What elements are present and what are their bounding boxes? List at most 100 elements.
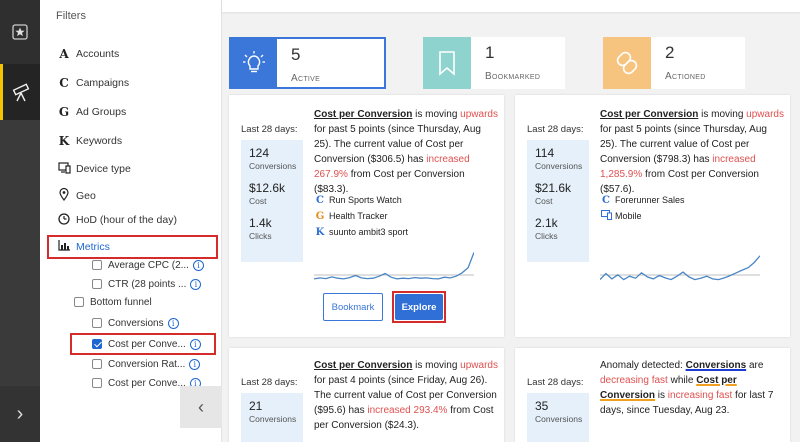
source-label: suunto ambit3 sport bbox=[329, 227, 409, 237]
keywords-icon: K bbox=[58, 134, 70, 148]
info-icon[interactable]: i bbox=[189, 358, 201, 370]
metric-label: Cost per Conve... bbox=[108, 377, 186, 389]
stat-value: $12.6k bbox=[249, 181, 286, 195]
filters-panel: Filters A Accounts C Campaigns G Ad Grou… bbox=[40, 0, 222, 442]
metric-average-cpc[interactable]: Average CPC (2... i bbox=[92, 256, 204, 274]
ad-groups-icon: G bbox=[58, 105, 70, 119]
card-description: Cost per Conversion is moving upwards fo… bbox=[314, 358, 498, 433]
filter-geo[interactable]: Geo bbox=[56, 185, 96, 207]
card-description: Cost per Conversion is moving upwards fo… bbox=[314, 107, 498, 197]
stat-value: 35 bbox=[535, 399, 549, 413]
bookmark-button[interactable]: Bookmark bbox=[323, 293, 383, 321]
card-stats: 35 Conversions bbox=[527, 393, 589, 442]
metric-link[interactable]: Conversions bbox=[686, 360, 747, 371]
direction: increasing fast bbox=[667, 390, 733, 401]
tile-label: Bookmarked bbox=[485, 71, 541, 82]
filter-hod[interactable]: HoD (hour of the day) bbox=[56, 209, 177, 231]
ad-group-icon: G bbox=[315, 210, 325, 222]
filter-metrics[interactable]: Metrics bbox=[56, 236, 110, 258]
tile-count: 5 bbox=[291, 45, 301, 64]
checkbox[interactable] bbox=[92, 279, 102, 289]
filter-campaigns[interactable]: C Campaigns bbox=[56, 72, 129, 94]
chevron-right-icon: › bbox=[16, 402, 24, 425]
info-icon[interactable]: i bbox=[189, 338, 201, 350]
campaigns-icon: C bbox=[59, 76, 69, 90]
tile-bookmarked[interactable]: 1 Bookmarked bbox=[423, 37, 565, 89]
metric-conversions[interactable]: Conversions i bbox=[92, 314, 179, 332]
explore-button[interactable]: Explore bbox=[395, 294, 443, 320]
checkbox[interactable] bbox=[74, 297, 84, 307]
device-icon bbox=[600, 209, 612, 223]
telescope-icon bbox=[12, 83, 29, 102]
metric-link[interactable]: Cost per Conversion bbox=[314, 109, 412, 120]
card-period: Last 28 days: bbox=[527, 377, 584, 388]
bookmark-icon bbox=[439, 51, 455, 76]
info-icon[interactable]: i bbox=[167, 317, 179, 329]
tile-actioned[interactable]: 2 Actioned bbox=[603, 37, 745, 89]
metric-label: Average CPC (2... bbox=[108, 259, 189, 271]
stat-value: 2.1k bbox=[535, 216, 558, 230]
source-campaign[interactable]: C Run Sports Watch bbox=[314, 194, 408, 206]
stat-key: Clicks bbox=[535, 231, 558, 241]
checkbox[interactable] bbox=[92, 318, 102, 328]
source-label: Health Tracker bbox=[329, 211, 388, 221]
card-stats: 114 Conversions $21.6k Cost 2.1k Clicks bbox=[527, 140, 589, 262]
metric-bottom-funnel[interactable]: Bottom funnel bbox=[74, 293, 152, 311]
source-ad-group[interactable]: G Health Tracker bbox=[314, 210, 408, 222]
metric-link[interactable]: Cost per Conversion bbox=[600, 109, 698, 120]
direction: upwards bbox=[460, 109, 498, 120]
filter-keywords[interactable]: K Keywords bbox=[56, 130, 122, 152]
tile-active[interactable]: 5 Active bbox=[229, 37, 386, 89]
accounts-icon: A bbox=[59, 47, 69, 61]
sparkline-chart bbox=[314, 252, 474, 280]
source-label: Mobile bbox=[615, 211, 642, 221]
source-label: Run Sports Watch bbox=[329, 195, 402, 205]
stat-key: Cost bbox=[249, 196, 267, 206]
card-description: Anomaly detected: Conversions are decrea… bbox=[600, 358, 784, 418]
insight-card[interactable]: Last 28 days: 35 Conversions Anomaly dete… bbox=[515, 348, 790, 442]
metric-label: Conversions bbox=[108, 317, 164, 329]
lightbulb-icon bbox=[243, 51, 265, 73]
direction: decreasing fast bbox=[600, 375, 668, 386]
expand-rail-button[interactable]: › bbox=[0, 386, 40, 442]
filter-device-type[interactable]: Device type bbox=[56, 158, 131, 180]
info-icon[interactable]: i bbox=[192, 259, 204, 271]
tile-label: Actioned bbox=[665, 71, 706, 82]
top-bar bbox=[222, 0, 800, 12]
collapse-filters-button[interactable]: ‹ bbox=[180, 386, 222, 428]
info-icon[interactable]: i bbox=[190, 278, 202, 290]
source-keyword[interactable]: Ksuunto ambit3 sport bbox=[314, 226, 408, 238]
checkbox[interactable] bbox=[92, 260, 102, 270]
filter-accounts[interactable]: A Accounts bbox=[56, 43, 119, 65]
metric-link[interactable]: Cost per Conversion bbox=[314, 360, 412, 371]
filter-ad-groups[interactable]: G Ad Groups bbox=[56, 101, 126, 123]
star-nav-button[interactable] bbox=[0, 0, 40, 64]
insight-card[interactable]: Last 28 days: 21 Conversions Cost per Con… bbox=[229, 348, 504, 442]
checkbox[interactable] bbox=[92, 378, 102, 388]
stat-key: Conversions bbox=[249, 414, 297, 424]
metric-conversion-rate[interactable]: Conversion Rat... i bbox=[92, 355, 201, 373]
link-icon bbox=[616, 51, 638, 75]
source-campaign[interactable]: C Forerunner Sales bbox=[600, 194, 685, 206]
text: while bbox=[667, 375, 697, 386]
filter-label: HoD (hour of the day) bbox=[76, 214, 177, 226]
stat-value: 114 bbox=[535, 146, 555, 160]
filter-label: Metrics bbox=[76, 241, 110, 253]
checkbox[interactable] bbox=[92, 359, 102, 369]
card-sources: C Run Sports Watch G Health Tracker Ksuunt… bbox=[314, 194, 408, 238]
filter-label: Ad Groups bbox=[76, 106, 127, 118]
insight-card[interactable]: Last 28 days: 124 Conversions $12.6k Cost … bbox=[229, 95, 504, 337]
metric-label: CTR (28 points ... bbox=[108, 278, 187, 290]
clock-icon bbox=[56, 212, 72, 228]
source-device[interactable]: Mobile bbox=[600, 209, 685, 223]
filter-label: Device type bbox=[76, 163, 131, 175]
card-period: Last 28 days: bbox=[241, 377, 298, 388]
stat-key: Conversions bbox=[249, 161, 297, 171]
tile-label: Active bbox=[291, 73, 321, 84]
text: Anomaly detected: bbox=[600, 360, 686, 371]
metric-ctr[interactable]: CTR (28 points ... i bbox=[92, 275, 202, 293]
insight-card[interactable]: Last 28 days: 114 Conversions $21.6k Cost … bbox=[515, 95, 790, 337]
metric-cost-per-conversion[interactable]: Cost per Conve... i bbox=[92, 335, 201, 353]
checkbox-checked[interactable] bbox=[92, 339, 102, 349]
telescope-nav-button[interactable] bbox=[0, 64, 40, 120]
